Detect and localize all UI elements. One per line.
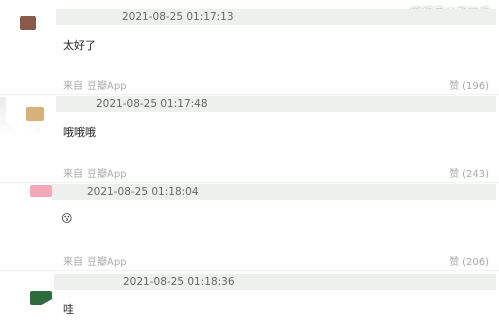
comment-timestamp-bar: 2021-08-25 01:18:36 <box>54 274 496 290</box>
comment-text: 😗 <box>61 212 73 225</box>
source-label: 来自 <box>63 257 83 268</box>
like-label: 赞 <box>449 257 460 268</box>
like-count: (196) <box>462 81 489 92</box>
comment-timestamp: 2021-08-25 01:17:48 <box>96 98 208 110</box>
like-count: (206) <box>462 257 489 268</box>
avatar-image <box>26 107 44 121</box>
comment-timestamp-bar: 2021-08-25 01:17:48 <box>56 96 496 112</box>
comment-divider <box>0 270 499 271</box>
like-count: (243) <box>462 169 489 180</box>
comment-timestamp: 2021-08-25 01:17:13 <box>122 11 234 23</box>
like-button[interactable]: 赞 (243) <box>449 165 489 180</box>
like-label: 赞 <box>449 169 460 180</box>
avatar-image <box>30 185 52 197</box>
comment-footer: 来自 豆瓣App 赞 (196) <box>0 77 499 95</box>
comment-divider <box>0 94 499 95</box>
comment-footer: 来自 豆瓣App 赞 (206) <box>0 253 499 271</box>
source-label: 来自 <box>63 81 83 92</box>
comment-timestamp-bar: 2021-08-25 01:18:04 <box>52 184 496 200</box>
avatar[interactable] <box>4 277 52 317</box>
comment-text: 哦哦哦 <box>63 126 96 139</box>
comment-source: 来自 豆瓣App <box>63 77 127 92</box>
comment-source: 来自 豆瓣App <box>63 165 127 180</box>
comment-timestamp-bar: 2021-08-25 01:17:13 <box>56 9 496 25</box>
like-button[interactable]: 赞 (196) <box>449 77 489 92</box>
avatar[interactable] <box>14 8 52 44</box>
source-platform-link[interactable]: 豆瓣App <box>87 169 127 180</box>
comment-timestamp: 2021-08-25 01:18:04 <box>87 186 199 198</box>
comment-footer: 来自 豆瓣App 赞 (243) <box>0 165 499 183</box>
comment-timestamp: 2021-08-25 01:18:36 <box>123 276 235 288</box>
avatar-image <box>20 16 36 30</box>
comment-text: 太好了 <box>63 39 96 52</box>
comment-divider <box>0 182 499 183</box>
avatar-image <box>30 291 52 305</box>
comment-text: 哇 <box>63 303 74 316</box>
like-label: 赞 <box>449 81 460 92</box>
avatar[interactable] <box>4 185 52 225</box>
source-label: 来自 <box>63 169 83 180</box>
source-platform-link[interactable]: 豆瓣App <box>87 257 127 268</box>
comment-source: 来自 豆瓣App <box>63 253 127 268</box>
source-platform-link[interactable]: 豆瓣App <box>87 81 127 92</box>
like-button[interactable]: 赞 (206) <box>449 253 489 268</box>
